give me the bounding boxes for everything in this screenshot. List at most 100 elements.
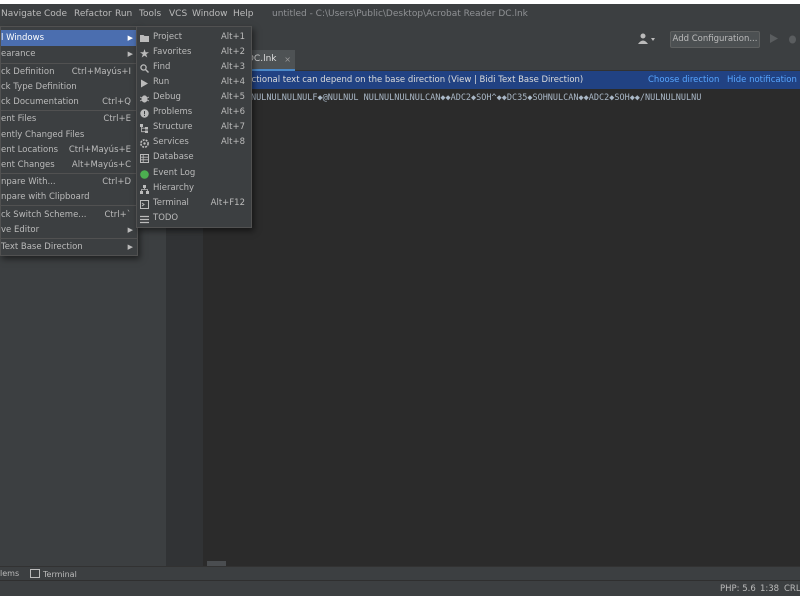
warning-icon	[140, 108, 149, 118]
menu-item-recent-files[interactable]: ent Files Ctrl+E	[1, 111, 137, 127]
menu-item-favorites[interactable]: Favorites Alt+2	[137, 44, 251, 60]
menu-item-label: ent Locations	[1, 145, 59, 155]
ide-window: Navigate Code Refactor Run Tools VCS Win…	[0, 4, 800, 596]
menu-item-label: Structure	[153, 122, 193, 132]
close-icon[interactable]: ×	[284, 50, 291, 69]
user-icon[interactable]	[638, 33, 655, 45]
menu-item-label: ck Documentation	[1, 97, 79, 107]
terminal-icon	[30, 569, 40, 578]
menu-item-label: ent Files	[1, 114, 37, 124]
menu-tools[interactable]: Tools	[139, 9, 161, 19]
notification-message: rectional text can depend on the base di…	[243, 75, 584, 85]
menu-item-shortcut: Alt+6	[220, 107, 245, 117]
run-icon[interactable]	[770, 34, 778, 46]
menu-item-recent-locations[interactable]: ent Locations Ctrl+Mayús+E	[1, 142, 137, 158]
menu-item-bidi-text-base-direction[interactable]: Text Base Direction ▶	[1, 239, 137, 255]
tool-windows-submenu: Project Alt+1 Favorites Alt+2 Find Alt+3…	[136, 26, 252, 228]
menu-item-shortcut: Alt+7	[220, 122, 245, 132]
menu-item-shortcut: Alt+8	[220, 137, 245, 147]
event-log-icon	[140, 169, 149, 179]
menu-item-label: Terminal	[153, 198, 189, 208]
choose-direction-link[interactable]: Choose direction	[648, 71, 719, 89]
menu-help[interactable]: Help	[233, 9, 254, 19]
menu-item-label: earance	[1, 49, 36, 59]
menu-item-label: Event Log	[153, 168, 196, 178]
terminal-tool-label: Terminal	[43, 570, 77, 579]
menu-navigate[interactable]: Navigate	[1, 9, 41, 19]
menu-item-hierarchy[interactable]: Hierarchy	[137, 180, 251, 196]
menu-item-terminal[interactable]: Terminal Alt+F12	[137, 195, 251, 211]
menu-item-structure[interactable]: Structure Alt+7	[137, 119, 251, 135]
menu-item-label: ck Type Definition	[1, 82, 77, 92]
menu-item-shortcut: Alt+Mayús+C	[71, 160, 131, 170]
menu-item-appearance[interactable]: earance ▶	[1, 46, 137, 62]
menu-item-run[interactable]: Run Alt+4	[137, 74, 251, 90]
menu-item-label: ently Changed Files	[1, 130, 85, 140]
notification-bar: rectional text can depend on the base di…	[203, 71, 800, 89]
menu-run[interactable]: Run	[115, 9, 132, 19]
menu-item-database[interactable]: Database	[137, 149, 251, 165]
menu-item-active-editor[interactable]: ve Editor ▶	[1, 222, 137, 238]
menu-bar: Navigate Code Refactor Run Tools VCS Win…	[0, 4, 800, 26]
add-configuration-button[interactable]: Add Configuration...	[670, 31, 760, 48]
menu-item-label: Favorites	[153, 47, 192, 57]
menu-item-compare-with[interactable]: npare With... Ctrl+D	[1, 174, 137, 190]
php-version[interactable]: PHP: 5.6	[720, 584, 756, 594]
editor-area[interactable]: rectional text can depend on the base di…	[203, 71, 800, 566]
search-icon	[140, 63, 149, 73]
line-separator[interactable]: CRL	[784, 584, 800, 594]
window-title: untitled - C:\Users\Public\Desktop\Acrob…	[272, 9, 528, 19]
submenu-arrow-icon: ▶	[127, 50, 133, 58]
menu-item-find[interactable]: Find Alt+3	[137, 59, 251, 75]
menu-item-quick-type-definition[interactable]: ck Type Definition	[1, 79, 137, 95]
menu-item-debug[interactable]: Debug Alt+5	[137, 89, 251, 105]
submenu-arrow-icon: ▶	[127, 243, 133, 251]
menu-item-shortcut: Alt+1	[220, 32, 245, 42]
menu-item-label: l Windows	[1, 33, 45, 43]
menu-item-label: Project	[153, 32, 183, 42]
menu-item-label: ent Changes	[1, 160, 55, 170]
menu-item-label: Problems	[153, 107, 193, 117]
menu-item-shortcut: Alt+5	[220, 92, 245, 102]
terminal-tool-button[interactable]: Terminal	[30, 569, 77, 579]
cursor-position[interactable]: 1:38	[760, 584, 779, 594]
menu-item-event-log[interactable]: Event Log	[137, 165, 251, 181]
menu-item-label: Run	[153, 77, 170, 87]
folder-icon	[140, 33, 149, 42]
menu-vcs[interactable]: VCS	[169, 9, 187, 19]
menu-item-tool-windows[interactable]: l Windows ▶	[1, 30, 137, 46]
terminal-icon	[140, 199, 149, 209]
menu-refactor[interactable]: Refactor	[74, 9, 112, 19]
menu-code[interactable]: Code	[44, 9, 67, 19]
menu-item-shortcut: Ctrl+E	[103, 114, 131, 124]
menu-item-recently-changed-files[interactable]: ently Changed Files	[1, 127, 137, 143]
menu-item-todo[interactable]: TODO	[137, 210, 251, 226]
menu-item-label: Text Base Direction	[1, 242, 83, 252]
menu-item-services[interactable]: Services Alt+8	[137, 134, 251, 150]
menu-item-label: TODO	[153, 213, 179, 223]
tool-window-bar: lems Terminal	[0, 566, 800, 581]
menu-item-quick-definition[interactable]: ck Definition Ctrl+Mayús+I	[1, 64, 137, 80]
menu-item-shortcut: Alt+2	[220, 47, 245, 57]
hide-notification-link[interactable]: Hide notification	[727, 71, 797, 89]
menu-item-problems[interactable]: Problems Alt+6	[137, 104, 251, 120]
menu-item-quick-documentation[interactable]: ck Documentation Ctrl+Q	[1, 94, 137, 110]
menu-item-label: npare with Clipboard	[1, 192, 90, 202]
menu-item-label: Find	[153, 62, 171, 72]
submenu-arrow-icon: ▶	[127, 34, 133, 42]
debug-icon[interactable]	[788, 34, 797, 47]
todo-icon	[140, 214, 149, 224]
menu-item-label: ck Switch Scheme...	[1, 210, 87, 220]
problems-tool-button[interactable]: lems	[0, 569, 19, 578]
services-icon	[140, 138, 149, 148]
menu-item-label: Database	[153, 152, 194, 162]
menu-item-label: npare With...	[1, 177, 56, 187]
menu-item-shortcut: Ctrl+Q	[102, 97, 131, 107]
menu-item-quick-switch-scheme[interactable]: ck Switch Scheme... Ctrl+`	[1, 207, 137, 223]
menu-item-recent-changes[interactable]: ent Changes Alt+Mayús+C	[1, 157, 137, 173]
menu-item-compare-with-clipboard[interactable]: npare with Clipboard	[1, 189, 137, 205]
menu-window[interactable]: Window	[192, 9, 228, 19]
menu-item-project[interactable]: Project Alt+1	[137, 29, 251, 45]
menu-item-label: ve Editor	[1, 225, 40, 235]
code-line[interactable]: NULNULNULNULF◆@NULNUL NULNULNULNULCAN◆◆A…	[251, 93, 701, 103]
